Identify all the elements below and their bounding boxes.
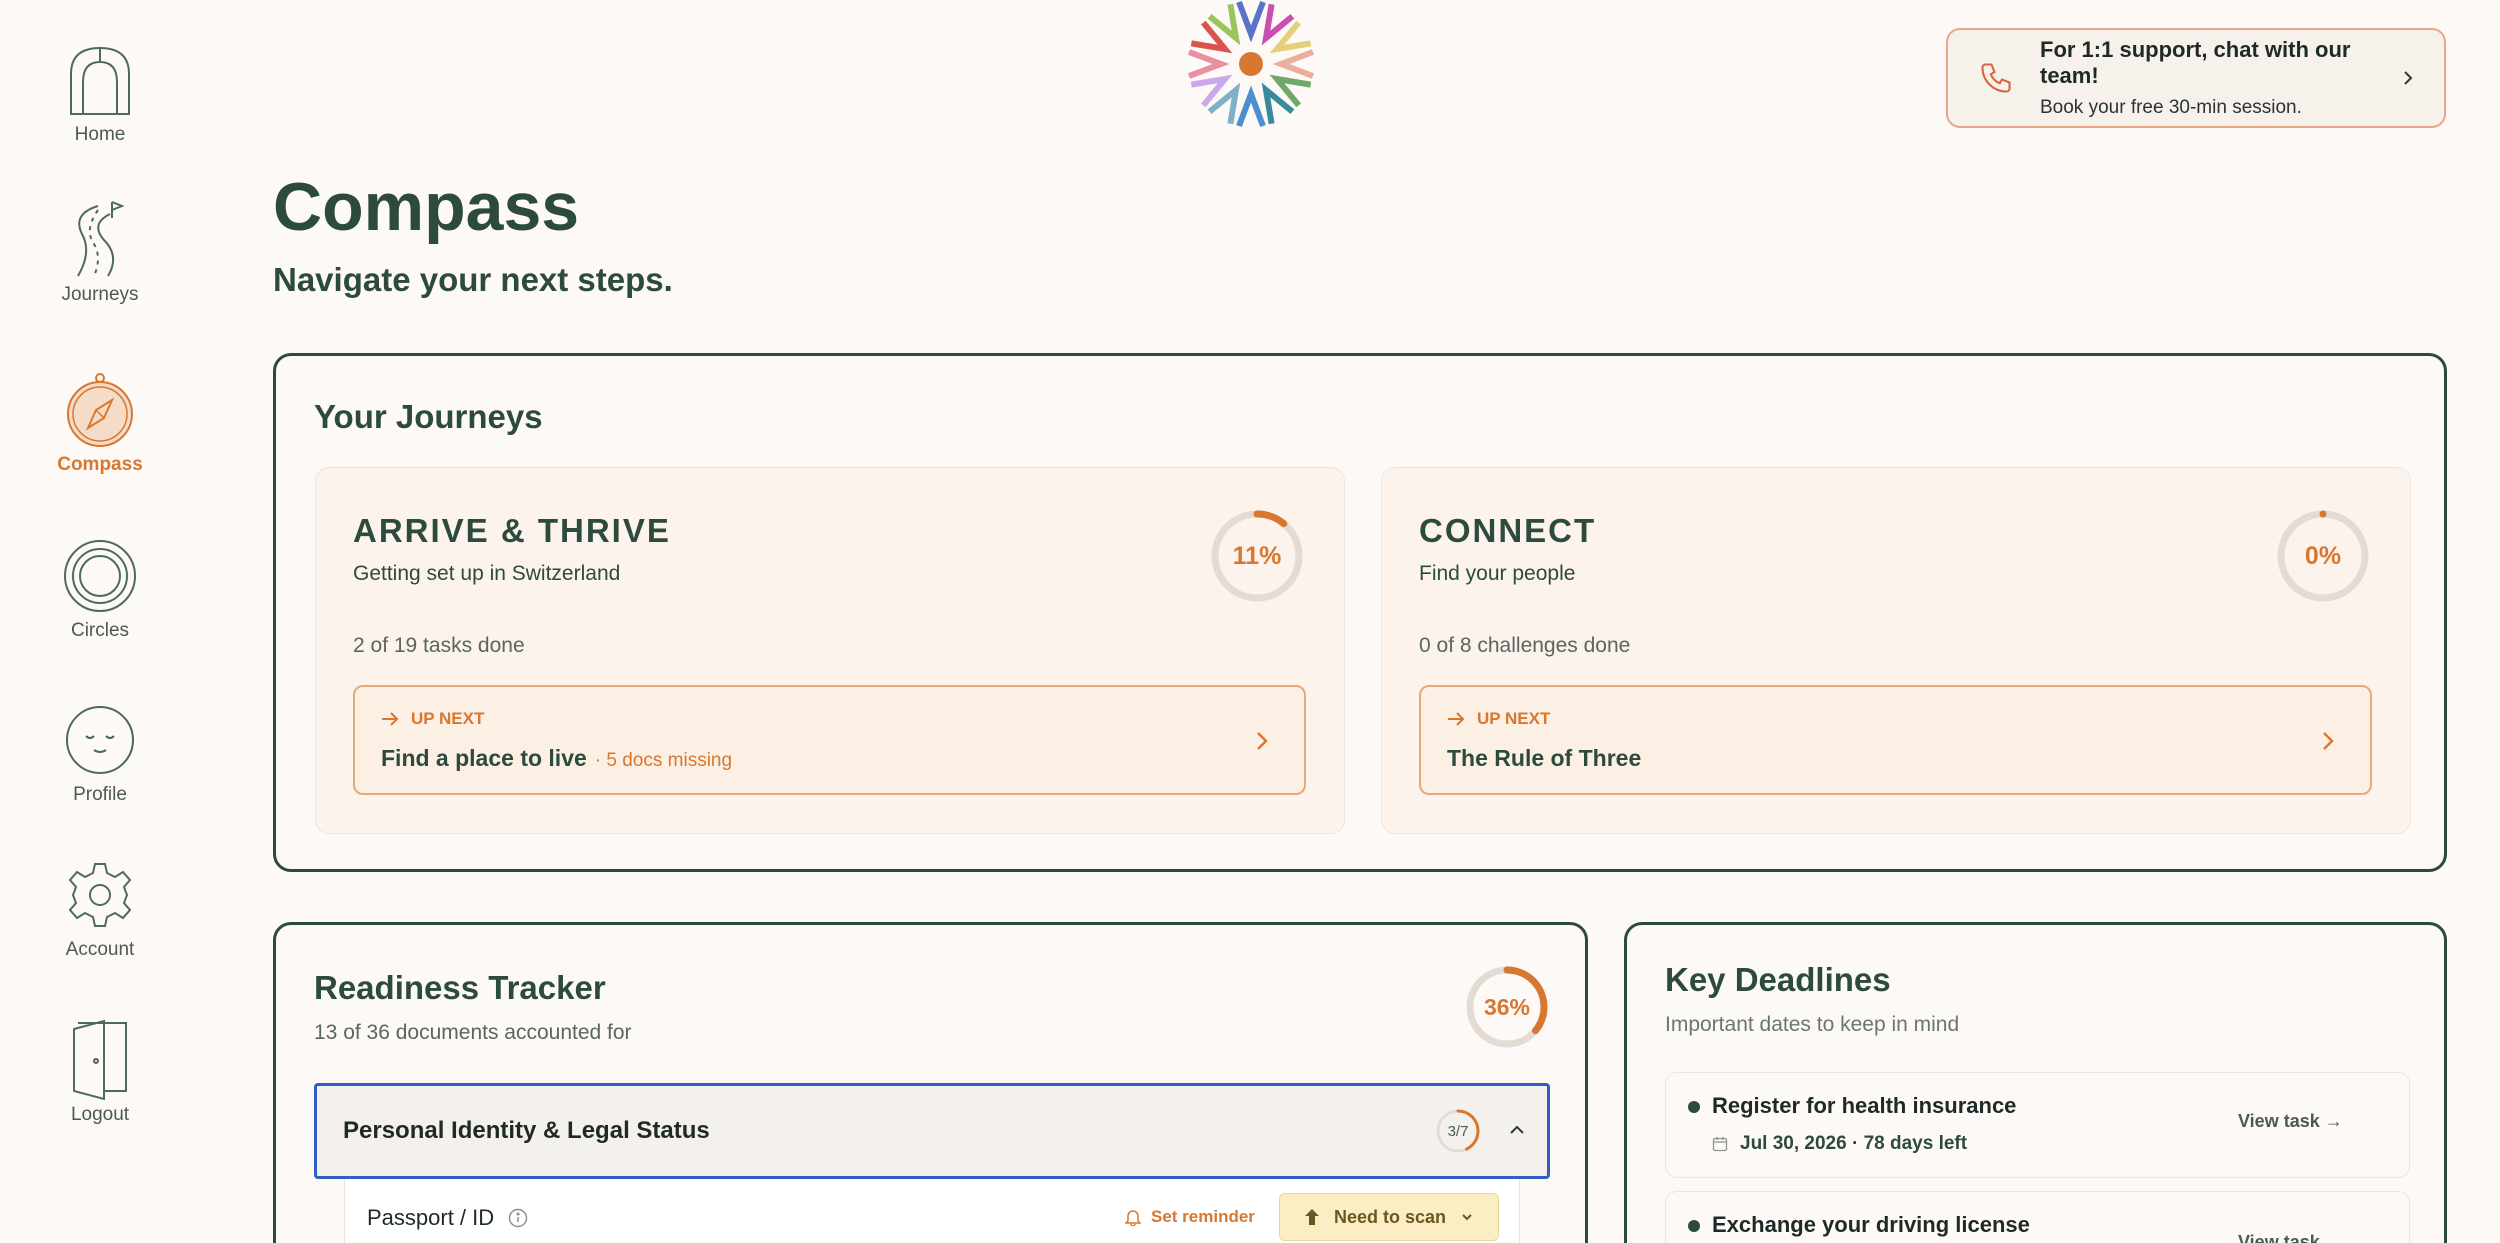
journeys-heading: Your Journeys bbox=[314, 398, 543, 435]
up-next-label: UP NEXT bbox=[411, 709, 485, 728]
circles-icon bbox=[60, 536, 140, 616]
deadline-item[interactable]: Exchange your driving license View task … bbox=[1665, 1191, 2410, 1243]
bullet-dot bbox=[1688, 1220, 1700, 1232]
journey-name: ARRIVE & THRIVE bbox=[353, 512, 671, 549]
nav-home-label: Home bbox=[74, 124, 126, 145]
bell-icon bbox=[1125, 1210, 1141, 1226]
document-name: Passport / ID bbox=[367, 1205, 495, 1230]
nav-journeys[interactable]: Journeys bbox=[0, 200, 200, 306]
up-next-title: Find a place to live bbox=[381, 745, 587, 771]
nav-account-label: Account bbox=[65, 939, 135, 960]
deadlines-subtitle: Important dates to keep in mind bbox=[1665, 1013, 1960, 1036]
nav-circles-label: Circles bbox=[70, 620, 130, 641]
brand-logo bbox=[1175, 0, 1327, 140]
home-icon bbox=[60, 40, 140, 120]
nav-logout[interactable]: Logout bbox=[0, 1019, 200, 1126]
journey-card-connect[interactable]: CONNECT Find your people 0% 0 of 8 chall… bbox=[1381, 467, 2411, 834]
arrow-right-icon bbox=[382, 712, 399, 726]
arrow-right-icon bbox=[1448, 712, 1465, 726]
support-title: For 1:1 support, chat with our team! bbox=[2040, 37, 2351, 88]
tracker-percent: 36% bbox=[1483, 993, 1531, 1020]
category-count: 3/7 bbox=[1447, 1122, 1469, 1140]
up-next-title: The Rule of Three bbox=[1447, 745, 1642, 771]
status-label: Need to scan bbox=[1333, 1206, 1447, 1227]
support-subtitle: Book your free 30-min session. bbox=[2040, 97, 2302, 118]
category-personal-identity[interactable]: Personal Identity & Legal Status 3/7 bbox=[314, 1083, 1550, 1179]
deadline-item[interactable]: Register for health insurance Jul 30, 20… bbox=[1665, 1072, 2410, 1178]
calendar-icon bbox=[1712, 1137, 1728, 1152]
deadline-title: Exchange your driving license bbox=[1712, 1212, 2030, 1237]
readiness-tracker: Readiness Tracker 13 of 36 documents acc… bbox=[273, 922, 1588, 1243]
journey-desc: Find your people bbox=[1419, 562, 1576, 585]
journey-count: 0 of 8 challenges done bbox=[1419, 634, 1631, 657]
bullet-dot bbox=[1688, 1101, 1700, 1113]
sidebar: Home Journeys Compass Circles Profile Ac… bbox=[0, 0, 200, 1243]
info-icon[interactable] bbox=[508, 1208, 528, 1228]
phone-icon bbox=[1978, 60, 2014, 96]
chevron-right-icon bbox=[2323, 732, 2334, 750]
category-name: Personal Identity & Legal Status bbox=[343, 1117, 710, 1144]
upload-icon bbox=[1304, 1209, 1319, 1225]
nav-journeys-label: Journeys bbox=[61, 284, 139, 305]
journey-percent: 11% bbox=[1232, 541, 1282, 570]
tracker-subtitle: 13 of 36 documents accounted for bbox=[314, 1021, 632, 1044]
journey-card-arrive-thrive[interactable]: ARRIVE & THRIVE Getting set up in Switze… bbox=[315, 467, 1345, 834]
tracker-heading: Readiness Tracker bbox=[314, 969, 606, 1006]
up-next-button[interactable]: UP NEXT The Rule of Three bbox=[1419, 685, 2372, 795]
journey-percent: 0% bbox=[2304, 541, 2342, 570]
view-task-link[interactable]: View task → bbox=[2238, 1232, 2343, 1243]
document-row: Passport / ID Set reminder Need to scan bbox=[344, 1179, 1520, 1243]
nav-profile[interactable]: Profile bbox=[0, 700, 200, 806]
face-icon bbox=[60, 700, 140, 780]
set-reminder-button[interactable]: Set reminder bbox=[1125, 1207, 1255, 1227]
up-next-button[interactable]: UP NEXT Find a place to live · 5 docs mis… bbox=[353, 685, 1306, 795]
status-dropdown[interactable]: Need to scan bbox=[1279, 1193, 1499, 1241]
nav-profile-label: Profile bbox=[73, 784, 127, 805]
nav-circles[interactable]: Circles bbox=[0, 536, 200, 642]
chevron-right-icon bbox=[2398, 68, 2418, 88]
page-subtitle: Navigate your next steps. bbox=[273, 261, 673, 298]
journey-desc: Getting set up in Switzerland bbox=[353, 562, 621, 585]
chevron-up-icon bbox=[1510, 1125, 1524, 1134]
gear-icon bbox=[60, 855, 140, 935]
nav-compass[interactable]: Compass bbox=[0, 370, 200, 476]
deadlines-heading: Key Deadlines bbox=[1665, 961, 1891, 998]
key-deadlines: Key Deadlines Important dates to keep in… bbox=[1624, 922, 2447, 1243]
up-next-note: · 5 docs missing bbox=[594, 750, 733, 771]
view-task-link[interactable]: View task → bbox=[2238, 1111, 2343, 1132]
set-reminder-label: Set reminder bbox=[1151, 1207, 1255, 1226]
support-banner[interactable]: For 1:1 support, chat with our team! Boo… bbox=[1946, 28, 2446, 128]
up-next-label: UP NEXT bbox=[1477, 709, 1551, 728]
nav-home[interactable]: Home bbox=[0, 40, 200, 146]
journeys-section: Your Journeys ARRIVE & THRIVE Getting se… bbox=[273, 353, 2447, 872]
journey-count: 2 of 19 tasks done bbox=[353, 634, 525, 657]
deadline-date: Jul 30, 2026 · 78 days left bbox=[1740, 1133, 1968, 1154]
door-icon bbox=[60, 1019, 140, 1101]
compass-icon bbox=[60, 370, 140, 450]
nav-account[interactable]: Account bbox=[0, 855, 200, 961]
nav-compass-label: Compass bbox=[57, 454, 143, 475]
deadline-title: Register for health insurance bbox=[1712, 1093, 2017, 1118]
page-title: Compass bbox=[273, 169, 580, 245]
chevron-down-icon bbox=[1462, 1214, 1472, 1221]
journey-name: CONNECT bbox=[1419, 512, 1597, 549]
road-icon bbox=[60, 200, 140, 280]
nav-logout-label: Logout bbox=[70, 1104, 130, 1125]
chevron-right-icon bbox=[1257, 732, 1268, 750]
